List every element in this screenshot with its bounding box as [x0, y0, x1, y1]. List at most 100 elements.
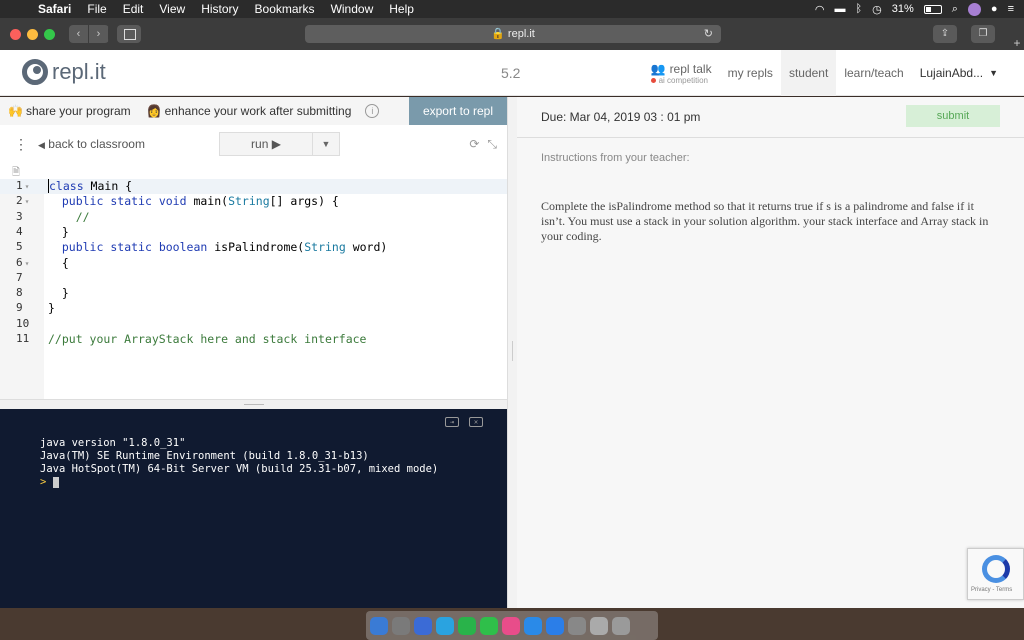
code-line[interactable]: 2 ▾ public static void main(String[] args…: [0, 194, 507, 209]
line-number: 8: [16, 286, 23, 300]
nav-repl-talk[interactable]: 👥 repl talk ai competition: [643, 62, 720, 85]
submit-button[interactable]: submit: [906, 105, 1000, 127]
vertical-splitter[interactable]: [507, 97, 517, 608]
reload-icon[interactable]: ↻: [704, 25, 713, 43]
code-line[interactable]: 8 }: [0, 286, 507, 301]
share-program-tab[interactable]: 🙌 share your program: [0, 104, 139, 118]
menu-file[interactable]: File: [79, 2, 114, 16]
itunes-icon[interactable]: [502, 616, 520, 635]
code-line[interactable]: 6 ▾ {: [0, 256, 507, 271]
code-line[interactable]: 3 //: [0, 210, 507, 225]
replit-logo[interactable]: repl.it: [22, 59, 106, 85]
back-to-classroom-label: back to classroom: [48, 137, 145, 151]
horizontal-splitter[interactable]: [0, 399, 507, 409]
refresh-icon[interactable]: ⟳: [469, 137, 479, 152]
assignment-topbar: 🙌 share your program 👩 enhance your work…: [0, 97, 507, 125]
run-dropdown-icon[interactable]: ▼: [313, 133, 339, 155]
menu-view[interactable]: View: [151, 2, 193, 16]
address-bar[interactable]: 🔒 repl.it ↻: [305, 25, 721, 43]
menu-history[interactable]: History: [193, 2, 246, 16]
exit-icon[interactable]: ⇥: [445, 417, 459, 427]
back-to-classroom-link[interactable]: ◀ back to classroom: [38, 137, 145, 151]
fold-icon[interactable]: ▾: [25, 182, 30, 191]
enhance-work-tab[interactable]: 👩 enhance your work after submitting: [139, 104, 360, 118]
line-number: 11: [16, 332, 30, 345]
finder-icon[interactable]: [370, 616, 388, 635]
menu-bookmarks[interactable]: Bookmarks: [247, 2, 323, 16]
line-number: 6: [16, 255, 23, 269]
caret-down-icon: ▼: [989, 68, 998, 78]
console-cursor[interactable]: [52, 476, 59, 488]
expand-icon[interactable]: ⤡: [487, 137, 497, 152]
safari-icon[interactable]: [524, 616, 542, 635]
code-line[interactable]: 9 }: [0, 301, 507, 316]
siri-icon[interactable]: [967, 2, 981, 16]
bluetooth-icon[interactable]: ᛒ: [856, 3, 863, 15]
code-line[interactable]: 11 //put your ArrayStack here and stack …: [0, 332, 507, 347]
facetime-icon[interactable]: [480, 616, 498, 635]
nav-student[interactable]: student: [780, 50, 837, 96]
forward-arrow-icon[interactable]: ›: [89, 25, 109, 43]
close-window-icon[interactable]: [10, 28, 21, 40]
menu-help[interactable]: Help: [381, 2, 422, 16]
launchpad-icon[interactable]: [392, 616, 410, 635]
more-options-icon[interactable]: ⋮: [14, 137, 28, 151]
preview-icon[interactable]: [590, 616, 608, 635]
line-number: 7: [16, 270, 23, 284]
replit-logo-icon: [22, 59, 48, 85]
nav-my-repls[interactable]: my repls: [720, 50, 781, 96]
flag-icon[interactable]: ▬: [835, 3, 846, 15]
spotlight-icon[interactable]: ⌕: [952, 3, 958, 16]
wifi-icon[interactable]: ◠: [815, 3, 825, 16]
editor-toolbar: ⋮ ◀ back to classroom run ▶ ▼ ⟳ ⤡: [0, 125, 507, 163]
minimize-window-icon[interactable]: [27, 28, 38, 40]
menu-edit[interactable]: Edit: [115, 2, 152, 16]
replit-logo-text: repl.it: [52, 59, 106, 84]
notification-dot: [650, 77, 656, 83]
export-to-repl-button[interactable]: export to repl: [408, 97, 507, 125]
messages-icon[interactable]: [414, 616, 432, 635]
zoom-window-icon[interactable]: [44, 28, 55, 40]
code-line[interactable]: 10: [0, 317, 507, 332]
menu-window[interactable]: Window: [323, 2, 382, 16]
people-icon: 👥: [650, 61, 666, 76]
run-button[interactable]: run ▶: [220, 133, 313, 155]
battery-percent[interactable]: 31%: [892, 3, 914, 15]
console-line: Java HotSpot(TM) 64-Bit Server VM (build…: [40, 463, 439, 475]
menu-app-name[interactable]: Safari: [30, 2, 79, 16]
console-line: Java(TM) SE Runtime Environment (build 1…: [40, 450, 369, 462]
code-line[interactable]: 5 public static boolean isPalindrome(Str…: [0, 240, 507, 255]
fold-icon[interactable]: ▾: [25, 259, 30, 268]
share-icon[interactable]: ⇪: [933, 25, 957, 43]
enhance-work-label: enhance your work after submitting: [164, 104, 352, 118]
new-tab-icon[interactable]: +: [1010, 36, 1024, 50]
code-token: [] args) {: [269, 194, 339, 209]
code-line[interactable]: 4 }: [0, 225, 507, 240]
telegram-icon[interactable]: [436, 616, 454, 635]
battery-icon[interactable]: [923, 4, 942, 14]
code-editor[interactable]: 1 ▾ class Main { 2 ▾ public static void ma…: [0, 179, 507, 475]
nav-learn-teach[interactable]: learn/teach: [836, 50, 911, 96]
top-nav: 👥 repl talk ai competition my repls stude…: [643, 50, 1006, 96]
sidebar-toggle-icon[interactable]: [117, 25, 141, 43]
run-control: run ▶ ▼: [219, 132, 340, 156]
console-panel[interactable]: ⇥ ✕ java version "1.8.0_31" Java(TM) SE …: [0, 409, 507, 608]
clock-icon[interactable]: ◷: [872, 3, 882, 16]
fold-icon[interactable]: ▾: [25, 197, 30, 206]
user-icon[interactable]: ●: [991, 3, 998, 15]
code-line[interactable]: 7: [0, 271, 507, 286]
code-line[interactable]: 1 ▾ class Main {: [0, 179, 507, 195]
user-menu[interactable]: LujainAbd... ▼: [912, 50, 1006, 96]
clear-console-icon[interactable]: ✕: [469, 417, 483, 427]
back-arrow-icon[interactable]: ‹: [69, 25, 89, 43]
whatsapp-icon[interactable]: [458, 616, 476, 635]
person-icon: 👩: [146, 104, 162, 118]
info-icon[interactable]: i: [365, 104, 380, 118]
appstore-icon[interactable]: [546, 616, 564, 635]
recaptcha-badge[interactable]: Privacy - Terms: [967, 548, 1024, 600]
console-tools: ⇥ ✕: [445, 417, 483, 427]
tabs-overview-icon[interactable]: ❐: [971, 25, 995, 43]
notification-center-icon[interactable]: ≡: [1008, 3, 1014, 15]
trash-icon[interactable]: [612, 616, 630, 635]
system-prefs-icon[interactable]: [568, 616, 586, 635]
